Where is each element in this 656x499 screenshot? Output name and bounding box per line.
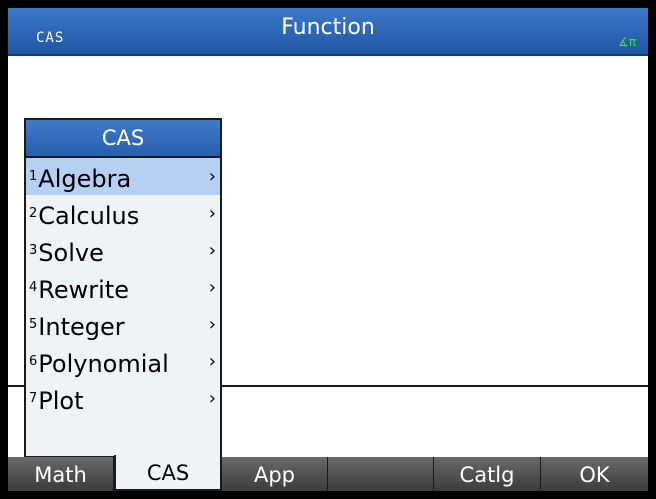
menu-item-number: 4	[29, 280, 38, 295]
menu-item-label: Solve	[38, 239, 104, 267]
softkey-bar: Math CAS App Catlg OK	[8, 455, 648, 491]
cas-menu: CAS 1Algebra › 2Calculus › 3Solve › 4Rew…	[24, 118, 222, 458]
menu-item-label: Rewrite	[38, 276, 129, 304]
chevron-right-icon: ›	[208, 277, 216, 298]
calculator-screen: CAS Function ∡π CAS 1Algebra › 2Calculus…	[8, 8, 648, 491]
chevron-right-icon: ›	[208, 166, 216, 187]
menu-item-label: Calculus	[38, 202, 140, 230]
menu-item-solve[interactable]: 3Solve ›	[26, 232, 220, 269]
softkey-math[interactable]: Math	[8, 457, 114, 491]
chevron-right-icon: ›	[208, 388, 216, 409]
menu-item-rewrite[interactable]: 4Rewrite ›	[26, 269, 220, 306]
menu-item-label: Algebra	[38, 165, 132, 193]
menu-item-polynomial[interactable]: 6Polynomial ›	[26, 343, 220, 380]
menu-item-label: Plot	[38, 387, 84, 415]
softkey-empty[interactable]	[328, 457, 434, 491]
softkey-catlg[interactable]: Catlg	[434, 457, 541, 491]
menu-header: CAS	[26, 120, 220, 158]
menu-item-label: Integer	[38, 313, 125, 341]
angle-mode-icon: ∡π	[618, 35, 636, 49]
menu-item-label: Polynomial	[38, 350, 169, 378]
menu-item-integer[interactable]: 5Integer ›	[26, 306, 220, 343]
title-bar: CAS Function ∡π	[8, 8, 648, 56]
menu-item-calculus[interactable]: 2Calculus ›	[26, 195, 220, 232]
chevron-right-icon: ›	[208, 203, 216, 224]
softkey-app[interactable]: App	[222, 457, 328, 491]
menu-item-plot[interactable]: 7Plot ›	[26, 380, 220, 417]
menu-item-algebra[interactable]: 1Algebra ›	[26, 158, 220, 195]
menu-item-number: 2	[29, 206, 38, 221]
chevron-right-icon: ›	[208, 314, 216, 335]
menu-item-number: 3	[29, 243, 38, 258]
app-title: Function	[281, 15, 375, 40]
chevron-right-icon: ›	[208, 351, 216, 372]
chevron-right-icon: ›	[208, 240, 216, 261]
menu-item-number: 1	[29, 169, 38, 184]
menu-item-number: 6	[29, 354, 38, 369]
menu-item-number: 7	[29, 391, 38, 406]
menu-item-number: 5	[29, 317, 38, 332]
softkey-ok[interactable]: OK	[541, 457, 648, 491]
softkey-cas[interactable]: CAS	[114, 455, 222, 491]
